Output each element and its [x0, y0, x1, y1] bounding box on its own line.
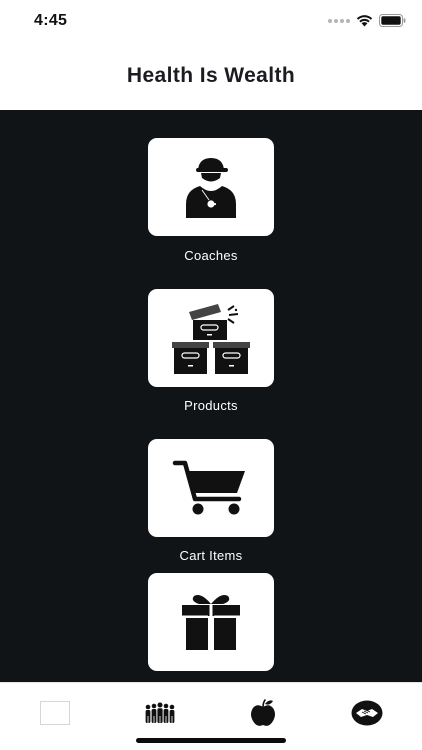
wifi-icon — [356, 15, 373, 27]
tab-apple[interactable] — [246, 699, 280, 727]
coach-icon — [186, 158, 236, 218]
gift-icon — [182, 595, 240, 650]
coaches-label: Coaches — [184, 248, 238, 263]
page-title: Health Is Wealth — [126, 64, 296, 87]
status-bar: 4:45 — [0, 0, 422, 44]
home-indicator — [136, 738, 286, 743]
tab-handshake[interactable] — [350, 699, 384, 727]
products-button[interactable] — [148, 289, 274, 387]
gift-button[interactable] — [148, 573, 274, 671]
signal-dots-icon — [328, 18, 350, 23]
group-icon — [145, 702, 175, 723]
cart-items-button[interactable] — [148, 439, 274, 537]
main-menu[interactable]: Coaches Products Cart Items — [0, 110, 422, 682]
status-time: 4:45 — [34, 12, 68, 29]
apple-icon — [251, 699, 275, 726]
cart-items-label: Cart Items — [179, 548, 243, 563]
battery-icon — [379, 14, 406, 27]
tab-group[interactable] — [142, 699, 178, 727]
coaches-button[interactable] — [148, 138, 274, 236]
handshake-icon — [351, 700, 383, 726]
cart-icon — [172, 460, 245, 515]
status-icons — [328, 14, 406, 27]
header: Health Is Wealth — [0, 44, 422, 110]
blank-tab-icon — [40, 701, 70, 725]
tab-blank[interactable] — [38, 699, 72, 727]
products-label: Products — [184, 398, 238, 413]
boxes-icon — [172, 304, 250, 374]
